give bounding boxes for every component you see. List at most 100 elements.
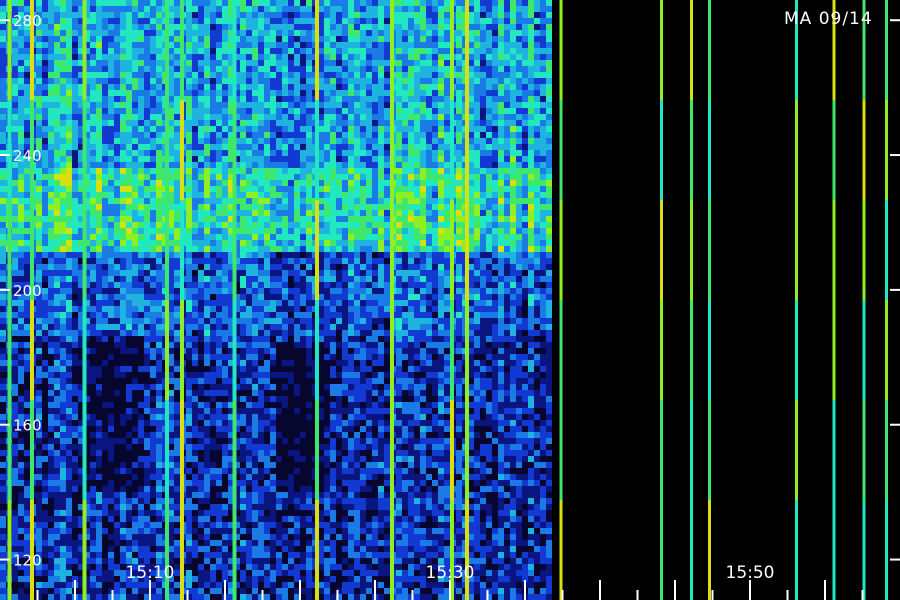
spectrogram-cell [120,336,126,342]
spectrogram-cell [0,114,6,120]
spectrogram-cell [192,150,198,156]
spectrogram-cell [156,198,162,204]
spectrogram-cell [222,144,228,150]
spectrogram-cell [24,36,30,42]
spectrogram-cell [108,6,114,12]
spectrogram-cell [192,390,198,396]
spectrogram-cell [174,240,180,246]
spectrogram-cell [48,432,54,438]
spectrogram-cell [264,420,270,426]
spectrogram-cell [36,0,42,6]
spectrogram-cell [18,30,24,36]
spectrogram-cell [264,270,270,276]
spectrogram-cell [198,168,204,174]
spectrogram-cell [246,354,252,360]
spectrogram-cell [60,246,66,252]
spectrogram-cell [240,198,246,204]
spectrogram-cell [72,570,78,576]
spectrogram-cell [72,378,78,384]
spectrogram-cell [174,486,180,492]
spectrogram-cell [54,534,60,540]
spectrogram-cell [24,594,30,600]
spectrogram-cell [96,126,102,132]
spectrogram-cell [198,498,204,504]
spectrogram-cell [66,444,72,450]
spectrogram-cell [240,162,246,168]
spectrogram-cell [24,216,30,222]
spectrogram-cell [222,366,228,372]
spectrogram-cell [150,288,156,294]
spectrogram-cell [186,270,192,276]
spectrogram-cell [36,498,42,504]
spectrogram-cell [174,432,180,438]
spectrogram-cell [156,66,162,72]
spectrogram-cell [108,234,114,240]
spectrogram-cell [204,432,210,438]
spectrogram-cell [138,402,144,408]
spectrogram-cell [132,360,138,366]
spectrogram-cell [270,252,276,258]
spectrogram-cell [216,216,222,222]
spectrogram-cell [42,402,48,408]
spectrogram-cell [90,264,96,270]
spectrogram-cell [174,288,180,294]
spectrogram-cell [270,396,276,402]
spectrogram: 12016020024028015:10 15:30 15:50 MA 09/14 [0,0,900,600]
spectrogram-cell [0,300,6,306]
spectrogram-cell [54,546,60,552]
spectrogram-cell [144,330,150,336]
spectrogram-cell [132,390,138,396]
spectrogram-cell [42,492,48,498]
spectrogram-cell [144,264,150,270]
spectrogram-cell [222,6,228,12]
spectrogram-cell [114,558,120,564]
spectrogram-cell [48,168,54,174]
spectrogram-cell [90,216,96,222]
spectrogram-cell [90,516,96,522]
spectrogram-cell [36,216,42,222]
spectrogram-cell [270,198,276,204]
spectrogram-cell [114,522,120,528]
spectrogram-cell [174,324,180,330]
spectrogram-cell [72,552,78,558]
spectrogram-cell [114,36,120,42]
spectrogram-cell [222,510,228,516]
spectrogram-cell [18,0,24,6]
spectrogram-cell [264,36,270,42]
spectrogram-cell [108,120,114,126]
spectrogram-cell [282,456,288,462]
spectrogram-cell [42,132,48,138]
spectrogram-cell [174,462,180,468]
spectrogram-cell [174,498,180,504]
spectrogram-cell [138,408,144,414]
spectrogram-cell [0,174,6,180]
spectrogram-cell [258,150,264,156]
spectrogram-cell [132,24,138,30]
spectrogram-cell [288,294,294,300]
spectrogram-cell [210,426,216,432]
spectrogram-cell [72,486,78,492]
spectrogram-cell [0,516,6,522]
spectrogram-cell [138,60,144,66]
spectrogram-cell [108,300,114,306]
spectrogram-cell [60,522,66,528]
spectrogram-cell [216,24,222,30]
spectrogram-cell [48,348,54,354]
spectrogram-cell [54,528,60,534]
spectrogram-cell [96,54,102,60]
spectrogram-cell [246,120,252,126]
spectrogram-cell [138,342,144,348]
spectrogram-cell [60,384,66,390]
spectrogram-cell [42,276,48,282]
spectrogram-cell [12,594,18,600]
spectrogram-cell [150,114,156,120]
spectrogram-cell [42,150,48,156]
spectrogram-cell [120,594,126,600]
spectrogram-cell [294,210,300,216]
spectrogram-cell [24,402,30,408]
spectrogram-cell [270,66,276,72]
spectrogram-cell [174,570,180,576]
spectrogram-cell [192,486,198,492]
spectrogram-cell [108,552,114,558]
spectrogram-cell [60,402,66,408]
